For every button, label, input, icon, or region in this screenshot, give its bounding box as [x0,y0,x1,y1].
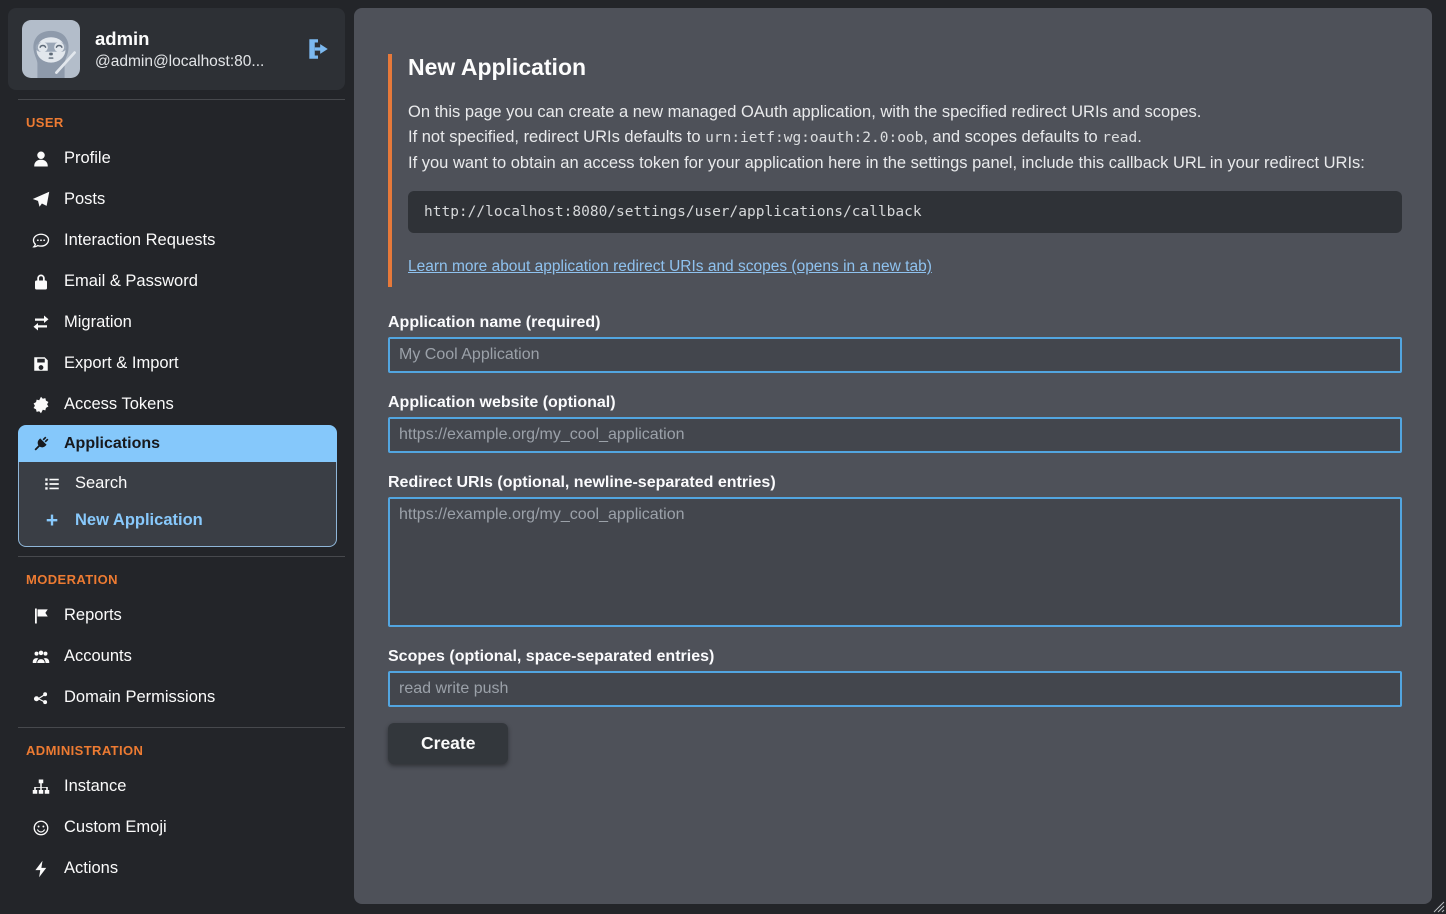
create-button[interactable]: Create [388,723,508,764]
field-application-name: Application name (required) [388,314,1402,373]
comment-dots-icon [30,231,52,250]
section-heading-user: USER [26,115,345,130]
sidebar-item-applications-search[interactable]: Search [19,465,336,502]
learn-more-link[interactable]: Learn more about application redirect UR… [408,258,932,276]
user-handle: @admin@localhost:80... [95,53,264,71]
sidebar-item-accounts[interactable]: Accounts [8,636,345,677]
sidebar-item-label: Instance [64,777,126,796]
sidebar-item-label: New Application [75,511,203,530]
sidebar-item-access-tokens[interactable]: Access Tokens [8,384,345,425]
plus-icon: + [41,511,63,530]
sidebar-item-migration[interactable]: Migration [8,302,345,343]
settings-sidebar: admin @admin@localhost:80... USER Profil… [0,0,354,914]
field-application-website: Application website (optional) [388,394,1402,453]
sidebar-item-label: Applications [64,435,160,453]
field-redirect-uris: Redirect URIs (optional, newline-separat… [388,474,1402,627]
application-website-input[interactable] [388,417,1402,453]
arrows-left-right-icon [30,313,52,332]
sidebar-item-label: Export & Import [64,354,179,373]
sidebar-item-label: Access Tokens [64,395,174,414]
divider [18,99,345,100]
applications-submenu: Search + New Application [18,462,337,547]
user-icon [30,149,52,168]
sidebar-item-label: Reports [64,606,122,625]
share-nodes-icon [30,688,52,707]
user-card[interactable]: admin @admin@localhost:80... [8,8,345,90]
scopes-label: Scopes (optional, space-separated entrie… [388,648,1402,666]
section-heading-administration: ADMINISTRATION [26,743,345,758]
sidebar-item-custom-emoji[interactable]: Custom Emoji [8,807,345,848]
intro-line2-mid: , and scopes defaults to [923,128,1102,146]
sidebar-item-label: Profile [64,149,111,168]
bolt-icon [30,859,52,878]
paper-plane-icon [30,190,52,209]
users-icon [30,647,52,666]
new-application-panel: New Application On this page you can cre… [354,8,1432,904]
sidebar-item-label: Domain Permissions [64,688,215,707]
lock-icon [30,272,52,291]
floppy-disk-icon [30,354,52,373]
smile-icon [30,818,52,837]
sidebar-item-label: Accounts [64,647,132,666]
sidebar-item-reports[interactable]: Reports [8,595,345,636]
sidebar-item-applications[interactable]: Applications [18,425,337,462]
divider [18,727,345,728]
sidebar-item-label: Actions [64,859,118,878]
plug-icon [30,434,52,453]
sidebar-item-posts[interactable]: Posts [8,179,345,220]
sidebar-group-applications: Applications Search + New Application [18,425,337,547]
scopes-input[interactable] [388,671,1402,707]
application-website-label: Application website (optional) [388,394,1402,412]
sidebar-item-email-password[interactable]: Email & Password [8,261,345,302]
user-names: admin @admin@localhost:80... [95,28,264,71]
sidebar-item-label: Custom Emoji [64,818,167,837]
intro-text: On this page you can create a new manage… [408,100,1402,176]
application-name-input[interactable] [388,337,1402,373]
inline-code-read: read [1102,130,1137,146]
list-icon [41,474,63,493]
sidebar-item-export-import[interactable]: Export & Import [8,343,345,384]
sign-out-icon[interactable] [305,36,331,62]
flag-icon [30,606,52,625]
divider [18,556,345,557]
intro-line1: On this page you can create a new manage… [408,103,1201,121]
certificate-icon [30,395,52,414]
callback-url-code: http://localhost:8080/settings/user/appl… [408,191,1402,233]
section-heading-moderation: MODERATION [26,572,345,587]
resize-grip[interactable] [1432,900,1445,913]
sidebar-item-profile[interactable]: Profile [8,138,345,179]
sidebar-item-label: Migration [64,313,132,332]
sidebar-item-label: Posts [64,190,105,209]
sidebar-item-label: Email & Password [64,272,198,291]
field-scopes: Scopes (optional, space-separated entrie… [388,648,1402,707]
sitemap-icon [30,777,52,796]
intro-line2-post: . [1137,128,1142,146]
page-header: New Application On this page you can cre… [388,54,1402,287]
page-title: New Application [408,54,1402,81]
sidebar-item-applications-new[interactable]: + New Application [19,502,336,539]
intro-line3: If you want to obtain an access token fo… [408,154,1365,172]
application-name-label: Application name (required) [388,314,1402,332]
sidebar-item-interaction-requests[interactable]: Interaction Requests [8,220,345,261]
sidebar-item-instance[interactable]: Instance [8,766,345,807]
avatar [22,20,80,78]
sidebar-item-actions[interactable]: Actions [8,848,345,889]
user-display-name: admin [95,28,264,50]
redirect-uris-textarea[interactable] [388,497,1402,627]
new-application-form: Application name (required) Application … [388,314,1402,764]
inline-code-oob: urn:ietf:wg:oauth:2.0:oob [705,130,923,146]
redirect-uris-label: Redirect URIs (optional, newline-separat… [388,474,1402,492]
intro-line2-pre: If not specified, redirect URIs defaults… [408,128,705,146]
sidebar-item-domain-permissions[interactable]: Domain Permissions [8,677,345,718]
sidebar-item-label: Search [75,474,127,493]
sidebar-item-label: Interaction Requests [64,231,215,250]
